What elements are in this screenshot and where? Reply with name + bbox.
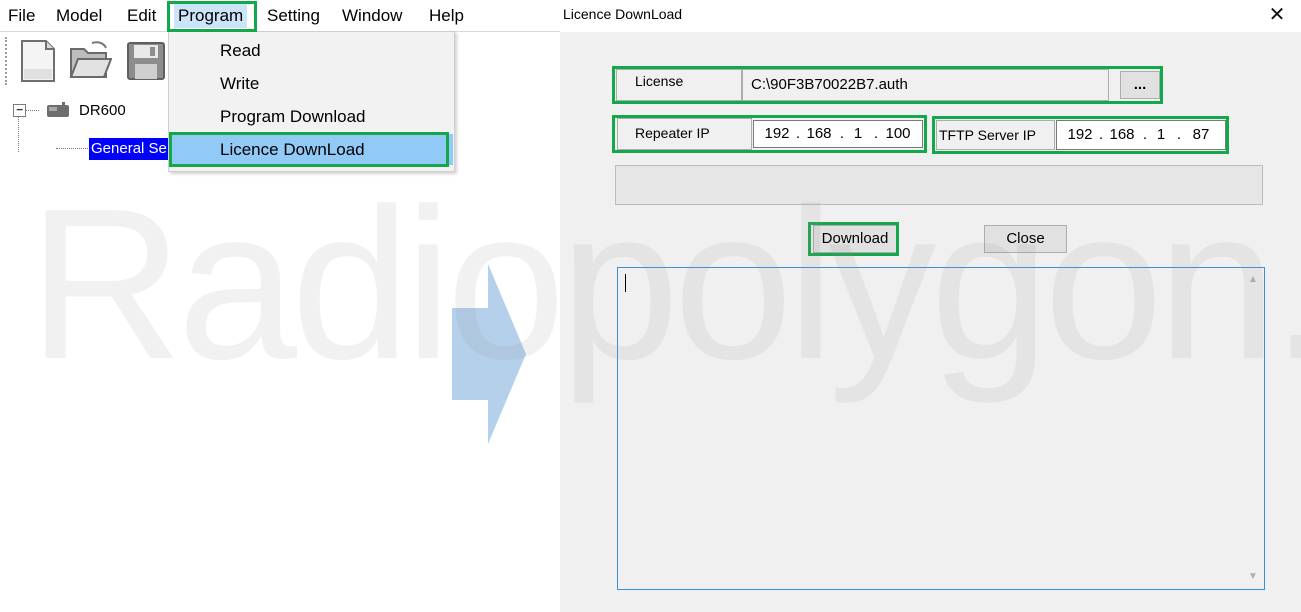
text-caret bbox=[625, 274, 626, 292]
menu-window[interactable]: Window bbox=[338, 4, 406, 28]
ip-dot: . bbox=[795, 125, 801, 142]
tree-connector bbox=[18, 116, 19, 152]
close-icon[interactable]: ✕ bbox=[1265, 3, 1289, 27]
ip-dot: . bbox=[1098, 126, 1104, 143]
tftp-label-box: TFTP Server IP bbox=[936, 120, 1055, 150]
toolbar bbox=[0, 33, 175, 88]
repeater-ip-label-box: Repeater IP bbox=[617, 118, 752, 150]
ip-dot: . bbox=[1142, 126, 1148, 143]
scroll-down-icon[interactable]: ▼ bbox=[1247, 571, 1259, 583]
ip-dot: . bbox=[1176, 126, 1182, 143]
ip-octet: 100 bbox=[885, 125, 911, 142]
device-tree: − DR600 General Se bbox=[0, 96, 170, 171]
menu-program[interactable]: Program bbox=[174, 4, 248, 28]
browse-button[interactable]: ... bbox=[1120, 71, 1160, 99]
tftp-ip-label: TFTP Server IP bbox=[939, 127, 1036, 143]
menu-item-write[interactable]: Write bbox=[170, 68, 453, 99]
download-button[interactable]: Download bbox=[813, 225, 897, 253]
menu-file[interactable]: File bbox=[4, 4, 39, 28]
ip-octet: 168 bbox=[806, 125, 832, 142]
ip-octet: 192 bbox=[1067, 126, 1093, 143]
license-label-box: License bbox=[616, 69, 742, 101]
open-folder-icon[interactable] bbox=[68, 39, 113, 83]
close-button[interactable]: Close bbox=[984, 225, 1067, 253]
menu-help[interactable]: Help bbox=[425, 4, 468, 28]
ip-octet: 168 bbox=[1109, 126, 1135, 143]
licence-download-dialog: Licence DownLoad ✕ License C:\90F3B70022… bbox=[560, 0, 1301, 612]
ip-dot: . bbox=[839, 125, 845, 142]
menu-bar: File Model Edit Program Setting Window H… bbox=[0, 0, 560, 32]
tftp-server-ip-field[interactable]: 192 . 168 . 1 . 87 bbox=[1056, 120, 1226, 150]
log-textarea[interactable]: ▲ ▼ bbox=[617, 267, 1265, 590]
ip-octet: 1 bbox=[853, 125, 863, 142]
ip-octet: 192 bbox=[764, 125, 790, 142]
repeater-ip-field[interactable]: 192 . 168 . 1 . 100 bbox=[753, 120, 923, 148]
program-menu-dropdown: Read Write Program Download Licence Down… bbox=[168, 31, 455, 172]
new-file-icon[interactable] bbox=[16, 39, 60, 83]
tree-root-label[interactable]: DR600 bbox=[79, 102, 126, 119]
tree-connector bbox=[25, 110, 39, 111]
menu-edit[interactable]: Edit bbox=[123, 4, 160, 28]
ip-octet: 87 bbox=[1192, 126, 1210, 143]
scroll-up-icon[interactable]: ▲ bbox=[1247, 274, 1259, 286]
dialog-titlebar: Licence DownLoad ✕ bbox=[560, 0, 1301, 32]
menu-item-read[interactable]: Read bbox=[170, 35, 453, 66]
dialog-title: Licence DownLoad bbox=[563, 6, 683, 22]
ip-dot: . bbox=[873, 125, 879, 142]
download-progress-bar bbox=[615, 165, 1263, 205]
arrow-right-icon bbox=[452, 264, 526, 444]
menu-item-licence-download[interactable]: Licence DownLoad bbox=[170, 134, 453, 165]
tree-item-general-settings[interactable]: General Se bbox=[89, 138, 169, 160]
menu-item-program-download[interactable]: Program Download bbox=[170, 101, 453, 132]
license-label: License bbox=[635, 73, 684, 89]
save-icon[interactable] bbox=[124, 39, 168, 83]
menu-model[interactable]: Model bbox=[52, 4, 106, 28]
ip-octet: 1 bbox=[1156, 126, 1166, 143]
license-path-field[interactable]: C:\90F3B70022B7.auth bbox=[742, 69, 1109, 101]
tree-connector bbox=[56, 148, 90, 149]
radio-device-icon bbox=[45, 102, 71, 118]
menu-setting[interactable]: Setting bbox=[263, 4, 324, 28]
repeater-ip-label: Repeater IP bbox=[635, 125, 710, 141]
toolbar-grip[interactable] bbox=[5, 37, 9, 85]
